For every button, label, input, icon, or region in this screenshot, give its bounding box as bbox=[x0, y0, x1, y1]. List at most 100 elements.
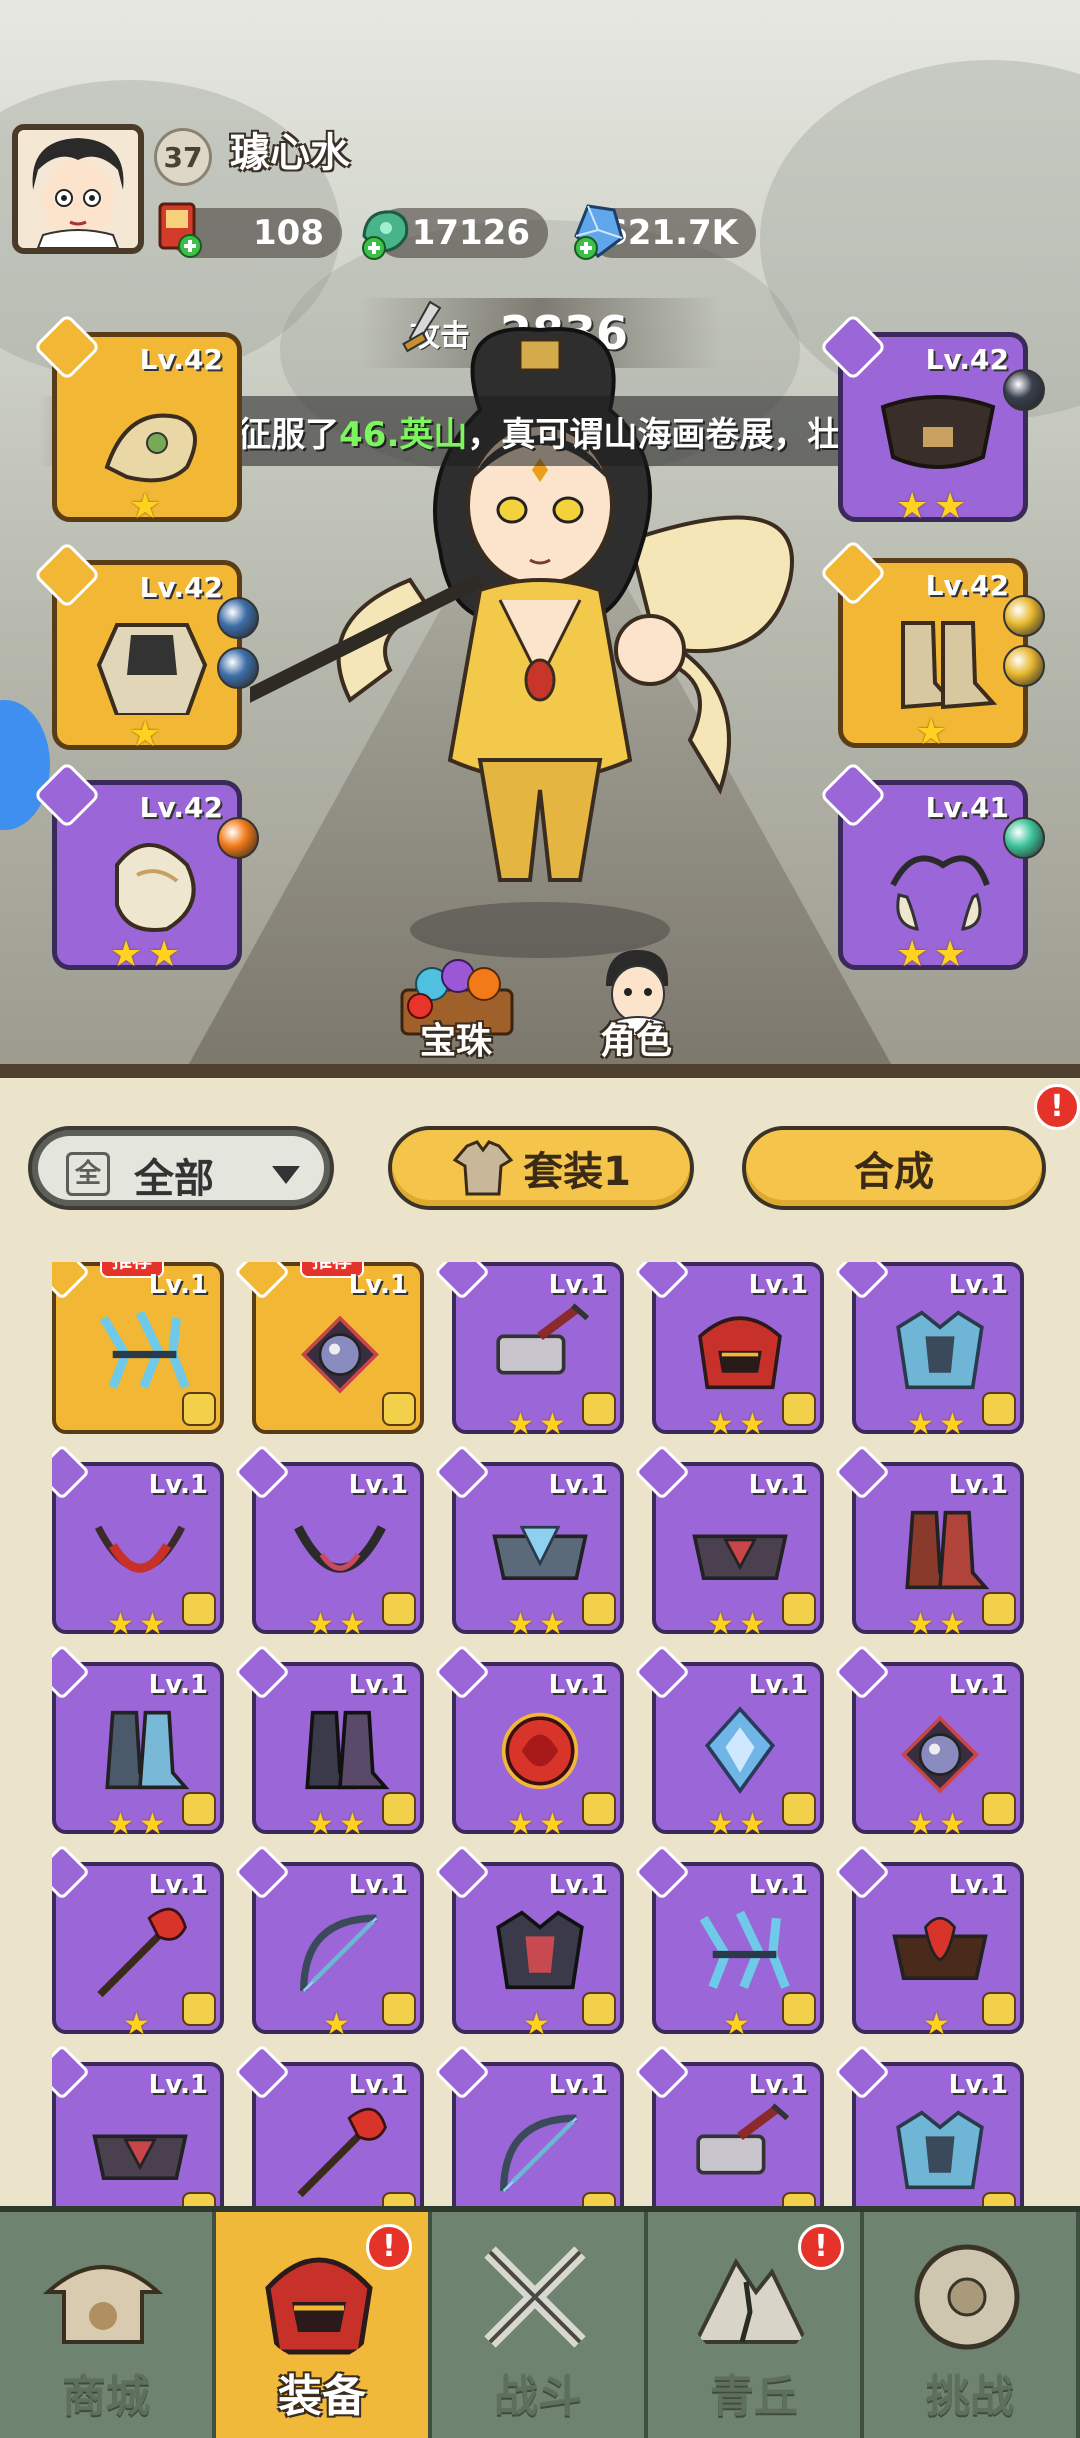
equipment-set-button[interactable]: 套装1 bbox=[388, 1126, 694, 1210]
hammer-icon bbox=[496, 1303, 590, 1375]
dark-boots-icon bbox=[305, 1710, 390, 1790]
category-filter-dropdown[interactable]: 全 全部 bbox=[28, 1126, 334, 1210]
nav-tab-4[interactable]: 挑战 bbox=[864, 2212, 1080, 2438]
star-rating: ★ ★ bbox=[907, 1410, 969, 1440]
equip-shirt-icon[interactable] bbox=[582, 1792, 616, 1826]
gem-socket-orb[interactable] bbox=[1003, 645, 1045, 687]
inventory-item[interactable]: Lv.1 ★ ★ bbox=[433, 1262, 624, 1440]
merge-button[interactable]: 合成 bbox=[742, 1126, 1046, 1210]
ice-bow-icon bbox=[500, 2114, 578, 2192]
inventory-item[interactable]: Lv.1 ★ ★ bbox=[233, 1443, 424, 1640]
equip-shirt-icon[interactable] bbox=[982, 1792, 1016, 1826]
inventory-item[interactable]: Lv.1 ★ ★ bbox=[433, 1443, 624, 1640]
gem-socket-orb[interactable] bbox=[1003, 595, 1045, 637]
item-level: Lv.1 bbox=[348, 1270, 408, 1300]
inventory-item[interactable]: Lv.1 ★ bbox=[52, 1843, 224, 2040]
equip-shirt-icon[interactable] bbox=[382, 1592, 416, 1626]
nav-tab-3[interactable]: ! 青丘 bbox=[648, 2212, 864, 2438]
slot-type-icon bbox=[52, 1262, 91, 1301]
equipped-slot-necklace[interactable]: Lv.42 ★ ★ bbox=[33, 761, 259, 973]
inventory-item[interactable]: Lv.1 ★ ★ bbox=[833, 1262, 1024, 1440]
equip-shirt-icon[interactable] bbox=[782, 1592, 816, 1626]
equip-shirt-icon[interactable] bbox=[582, 1392, 616, 1426]
scroll-token-icon bbox=[158, 202, 202, 258]
inventory-item[interactable]: Lv.1 ★ bbox=[633, 1843, 824, 2040]
inventory-item[interactable]: Lv.1 ★ ★ bbox=[52, 1443, 224, 1640]
inventory-item[interactable]: 推荐 Lv.1 bbox=[52, 1262, 224, 1434]
equipped-slot-boots[interactable]: Lv.42 ★ bbox=[819, 539, 1045, 751]
inventory-item[interactable]: Lv.1 ★ bbox=[233, 1843, 424, 2040]
slot-type-icon bbox=[833, 1262, 891, 1301]
item-level: Lv.1 bbox=[748, 1670, 808, 1700]
equipped-level: Lv.42 bbox=[139, 791, 223, 824]
gem-socket-orb[interactable] bbox=[217, 597, 259, 639]
equipped-level: Lv.42 bbox=[925, 569, 1009, 602]
inventory-item[interactable]: Lv.1 ★ bbox=[833, 1843, 1024, 2040]
player-name: 璩心水 bbox=[230, 130, 350, 176]
inventory-item[interactable]: Lv.1 ★ ★ bbox=[833, 1643, 1024, 1840]
star-icon: ★ bbox=[739, 1407, 766, 1442]
equip-shirt-icon[interactable] bbox=[782, 1792, 816, 1826]
pearl-button[interactable]: 宝珠 bbox=[386, 950, 526, 1070]
hammer-icon bbox=[696, 2103, 790, 2175]
star-icon: ★ bbox=[339, 1807, 366, 1842]
equip-shirt-icon[interactable] bbox=[382, 1792, 416, 1826]
inventory-item[interactable]: Lv.1 ★ ★ bbox=[633, 1443, 824, 1640]
equip-shirt-icon[interactable] bbox=[382, 1992, 416, 2026]
red-boots-icon bbox=[905, 1510, 990, 1590]
equipped-slot-belt[interactable]: Lv.42 ★ ★ bbox=[819, 313, 1045, 525]
inventory-item[interactable]: Lv.1 ★ ★ bbox=[833, 1443, 1024, 1640]
nav-tab-0[interactable]: 商城 bbox=[0, 2212, 216, 2438]
equipped-slot-weapon[interactable]: Lv.42 ★ bbox=[33, 313, 242, 525]
star-icon: ★ bbox=[539, 1407, 566, 1442]
inventory-item[interactable]: Lv.1 bbox=[633, 2043, 824, 2210]
gem-socket-orb[interactable] bbox=[1003, 817, 1045, 859]
equip-shirt-icon[interactable] bbox=[782, 1392, 816, 1426]
equip-shirt-icon[interactable] bbox=[982, 1392, 1016, 1426]
equipped-level: Lv.42 bbox=[139, 343, 223, 376]
inventory-item[interactable]: Lv.1 ★ ★ bbox=[233, 1643, 424, 1840]
star-icon: ★ bbox=[939, 1807, 966, 1842]
player-avatar[interactable] bbox=[12, 124, 144, 254]
equip-shirt-icon[interactable] bbox=[182, 1992, 216, 2026]
star-rating: ★ ★ bbox=[110, 937, 184, 973]
slot-type-icon bbox=[433, 1643, 491, 1701]
inventory-item[interactable]: Lv.1 bbox=[833, 2043, 1024, 2210]
equipped-level: Lv.42 bbox=[925, 343, 1009, 376]
slot-type-icon bbox=[52, 1643, 91, 1701]
inventory-item[interactable]: Lv.1 bbox=[52, 2043, 224, 2210]
equip-shirt-icon[interactable] bbox=[582, 1992, 616, 2026]
inventory-item[interactable]: Lv.1 ★ ★ bbox=[633, 1262, 824, 1440]
star-rating: ★ ★ bbox=[907, 1810, 969, 1840]
equipped-slot-charm[interactable]: Lv.41 ★ ★ bbox=[819, 761, 1045, 973]
nav-tab-2[interactable]: 战斗 bbox=[432, 2212, 648, 2438]
equip-shirt-icon[interactable] bbox=[982, 1592, 1016, 1626]
equip-shirt-icon[interactable] bbox=[182, 1792, 216, 1826]
role-button[interactable]: 角色 bbox=[566, 950, 706, 1070]
item-level: Lv.1 bbox=[948, 1670, 1008, 1700]
inventory-item[interactable]: 推荐 Lv.1 bbox=[233, 1262, 424, 1434]
red-staff-icon bbox=[97, 1907, 187, 1998]
equip-shirt-icon[interactable] bbox=[182, 1592, 216, 1626]
resource-scroll[interactable]: 108 bbox=[158, 202, 342, 258]
inventory-item[interactable]: Lv.1 ★ ★ bbox=[433, 1643, 624, 1840]
gem-socket-orb[interactable] bbox=[217, 647, 259, 689]
resource-jade[interactable]: 17126 bbox=[362, 208, 548, 260]
inventory-item[interactable]: Lv.1 bbox=[433, 2043, 624, 2210]
resource-crystal[interactable]: 621.7K bbox=[574, 204, 756, 260]
equip-shirt-icon[interactable] bbox=[582, 1592, 616, 1626]
gem-socket-orb[interactable] bbox=[1003, 369, 1045, 411]
inventory-item[interactable]: Lv.1 ★ bbox=[433, 1843, 624, 2040]
inventory-item[interactable]: Lv.1 bbox=[233, 2043, 424, 2210]
nav-tab-1[interactable]: ! 装备 bbox=[216, 2212, 432, 2438]
equip-shirt-icon[interactable] bbox=[982, 1992, 1016, 2026]
equip-shirt-icon[interactable] bbox=[382, 1392, 416, 1426]
inventory-item[interactable]: Lv.1 ★ ★ bbox=[633, 1643, 824, 1840]
equip-shirt-icon[interactable] bbox=[782, 1992, 816, 2026]
equip-shirt-icon[interactable] bbox=[182, 1392, 216, 1426]
equipped-slot-armor[interactable]: Lv.42 ★ bbox=[33, 541, 259, 753]
inventory-item[interactable]: Lv.1 ★ ★ bbox=[52, 1643, 224, 1840]
star-rating: ★ ★ bbox=[307, 1610, 369, 1640]
gem-socket-orb[interactable] bbox=[217, 817, 259, 859]
star-rating: ★ bbox=[129, 717, 165, 753]
